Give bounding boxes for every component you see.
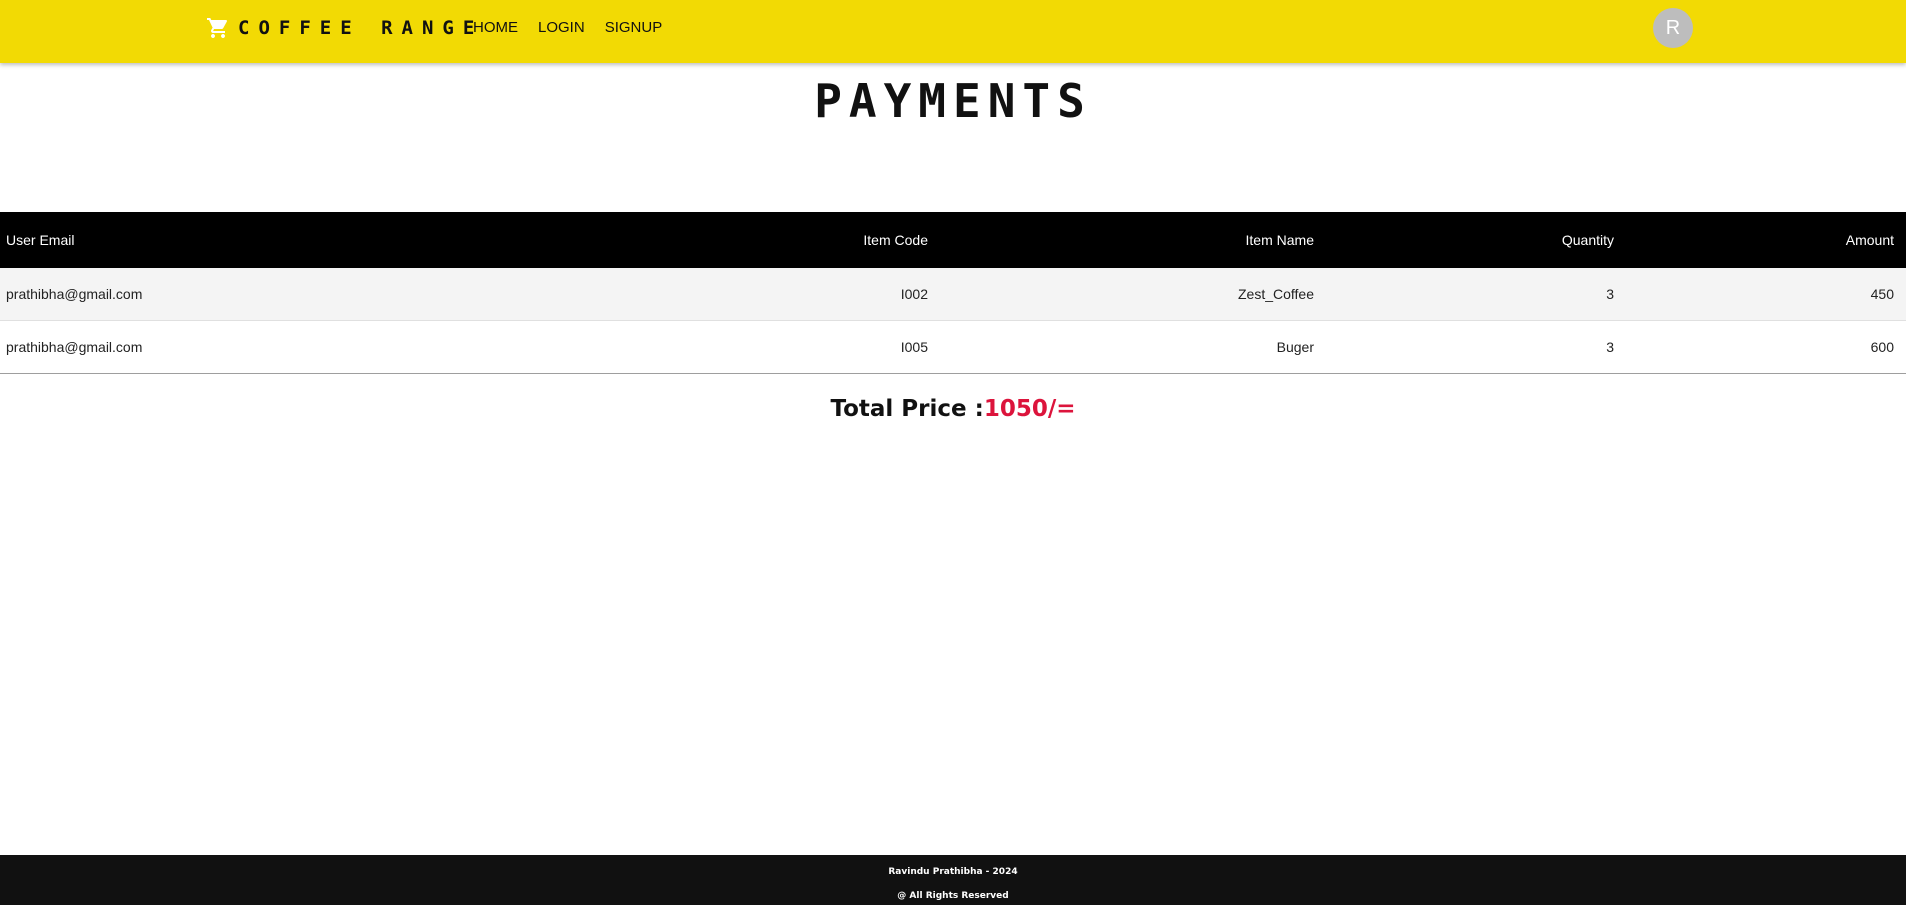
nav-login-link[interactable]: LOGIN <box>538 19 585 36</box>
shopping-cart-icon <box>207 18 228 38</box>
footer-copyright: @ All Rights Reserved <box>897 891 1009 901</box>
nav-home-link[interactable]: HOME <box>473 19 518 36</box>
header-row: User Email Item Code Item Name Quantity … <box>0 212 1906 268</box>
app-bar: COFFEE RANGE HOME LOGIN SIGNUP R <box>0 0 1906 63</box>
total-price-value: 1050/= <box>983 396 1076 422</box>
page-title: PAYMENTS <box>814 74 1092 128</box>
cell-user-email: prathibha@gmail.com <box>0 320 700 374</box>
total-price-label: Total Price : <box>830 396 984 422</box>
main-nav: HOME LOGIN SIGNUP <box>473 19 662 36</box>
cell-item-name: Zest_Coffee <box>940 268 1326 321</box>
nav-signup-link[interactable]: SIGNUP <box>605 19 663 36</box>
payments-table: User Email Item Code Item Name Quantity … <box>0 212 1906 374</box>
brand[interactable]: COFFEE RANGE <box>206 15 483 41</box>
column-header-quantity[interactable]: Quantity <box>1326 212 1626 268</box>
cell-item-code: I002 <box>700 268 940 321</box>
table-row[interactable]: prathibha@gmail.com I002 Zest_Coffee 3 4… <box>0 268 1906 321</box>
table-row[interactable]: prathibha@gmail.com I005 Buger 3 600 <box>0 320 1906 374</box>
column-header-item-name[interactable]: Item Name <box>940 212 1326 268</box>
cell-amount: 600 <box>1626 320 1906 374</box>
brand-title: COFFEE RANGE <box>238 17 484 39</box>
total-price: Total Price :1050/= <box>0 396 1906 422</box>
cell-amount: 450 <box>1626 268 1906 321</box>
column-header-item-code[interactable]: Item Code <box>700 212 940 268</box>
footer-credit: Ravindu Prathibha - 2024 <box>888 867 1018 877</box>
footer: Ravindu Prathibha - 2024 @ All Rights Re… <box>0 855 1906 905</box>
table-body: prathibha@gmail.com I002 Zest_Coffee 3 4… <box>0 268 1906 374</box>
cell-item-name: Buger <box>940 320 1326 374</box>
user-avatar[interactable]: R <box>1653 8 1693 48</box>
cell-quantity: 3 <box>1326 320 1626 374</box>
cell-item-code: I005 <box>700 320 940 374</box>
table-header: User Email Item Code Item Name Quantity … <box>0 212 1906 268</box>
column-header-amount[interactable]: Amount <box>1626 212 1906 268</box>
cell-user-email: prathibha@gmail.com <box>0 268 700 321</box>
column-header-user-email[interactable]: User Email <box>0 212 700 268</box>
cell-quantity: 3 <box>1326 268 1626 321</box>
